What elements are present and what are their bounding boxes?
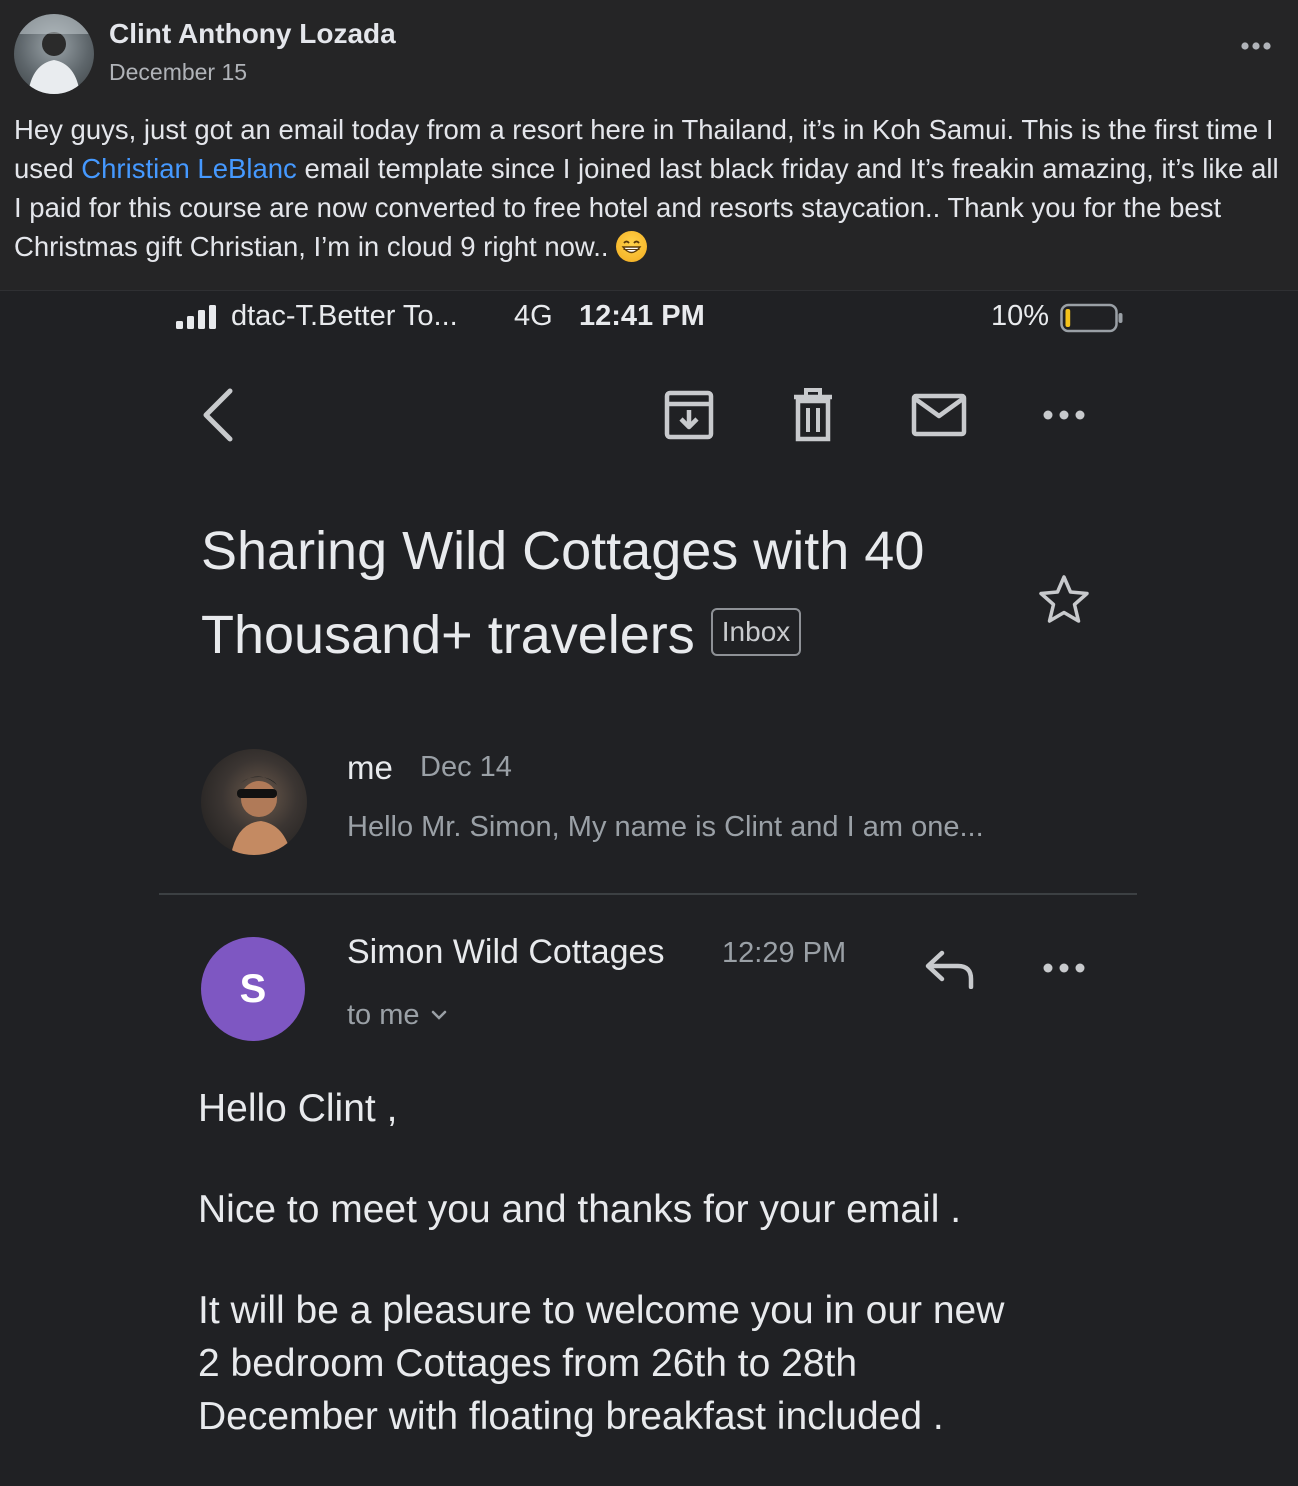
- message-time: 12:29 PM: [722, 937, 847, 969]
- grinning-face-emoji-icon: [616, 231, 648, 262]
- message-date: Dec 14: [420, 751, 512, 783]
- signal-bars-icon: [176, 305, 216, 329]
- post-date[interactable]: December 15: [109, 59, 247, 86]
- recipient-text: to me: [347, 999, 420, 1031]
- message-divider: [159, 893, 1137, 895]
- status-time: 12:41 PM: [579, 300, 705, 332]
- archive-icon[interactable]: [664, 390, 714, 440]
- body-greeting: Hello Clint ,: [198, 1087, 398, 1130]
- mention-link[interactable]: Christian LeBlanc: [81, 153, 297, 184]
- sender-avatar-me[interactable]: [201, 749, 307, 855]
- message-snippet[interactable]: Hello Mr. Simon, My name is Clint and I …: [347, 811, 984, 844]
- post-text: Hey guys, just got an email today from a…: [14, 110, 1289, 266]
- message-sender-me[interactable]: me: [347, 749, 393, 787]
- body-line: It will be a pleasure to welcome you in …: [198, 1289, 1005, 1332]
- mark-unread-icon[interactable]: [911, 393, 967, 437]
- battery-icon: [1060, 303, 1123, 333]
- email-screenshot: dtac-T.Better To... 4G 12:41 PM 10% Shar…: [0, 290, 1298, 1486]
- more-options-icon[interactable]: [1040, 405, 1088, 425]
- message-sender-name[interactable]: Simon Wild Cottages: [347, 933, 664, 972]
- author-avatar[interactable]: [14, 14, 94, 94]
- phone-status-bar: dtac-T.Better To... 4G 12:41 PM 10%: [0, 291, 1298, 351]
- email-subject-text: Sharing Wild Cottages with 40 Thousand+ …: [201, 521, 925, 665]
- star-icon[interactable]: [1037, 574, 1091, 624]
- post-more-icon[interactable]: [1238, 36, 1278, 56]
- body-line: 2 bedroom Cottages from 26th to 28th: [198, 1342, 858, 1385]
- message-more-icon[interactable]: [1040, 958, 1088, 978]
- delete-icon[interactable]: [791, 388, 835, 442]
- recipient-details-toggle[interactable]: to me: [347, 999, 448, 1032]
- post-header: Clint Anthony Lozada December 15: [14, 14, 1284, 98]
- back-arrow-icon[interactable]: [198, 387, 238, 443]
- sender-avatar-simon[interactable]: S: [201, 937, 305, 1041]
- battery-percent: 10%: [991, 300, 1050, 332]
- carrier-name: dtac-T.Better To...: [231, 300, 458, 332]
- network-type: 4G: [514, 300, 553, 332]
- chevron-down-icon: [431, 1010, 446, 1020]
- reply-icon[interactable]: [924, 949, 976, 989]
- email-subject: Sharing Wild Cottages with 40 Thousand+ …: [201, 509, 1021, 677]
- body-line: December with floating breakfast include…: [198, 1395, 944, 1438]
- inbox-label-chip[interactable]: Inbox: [710, 608, 802, 656]
- body-line: Nice to meet you and thanks for your ema…: [198, 1188, 962, 1231]
- post-author-name[interactable]: Clint Anthony Lozada: [109, 18, 396, 50]
